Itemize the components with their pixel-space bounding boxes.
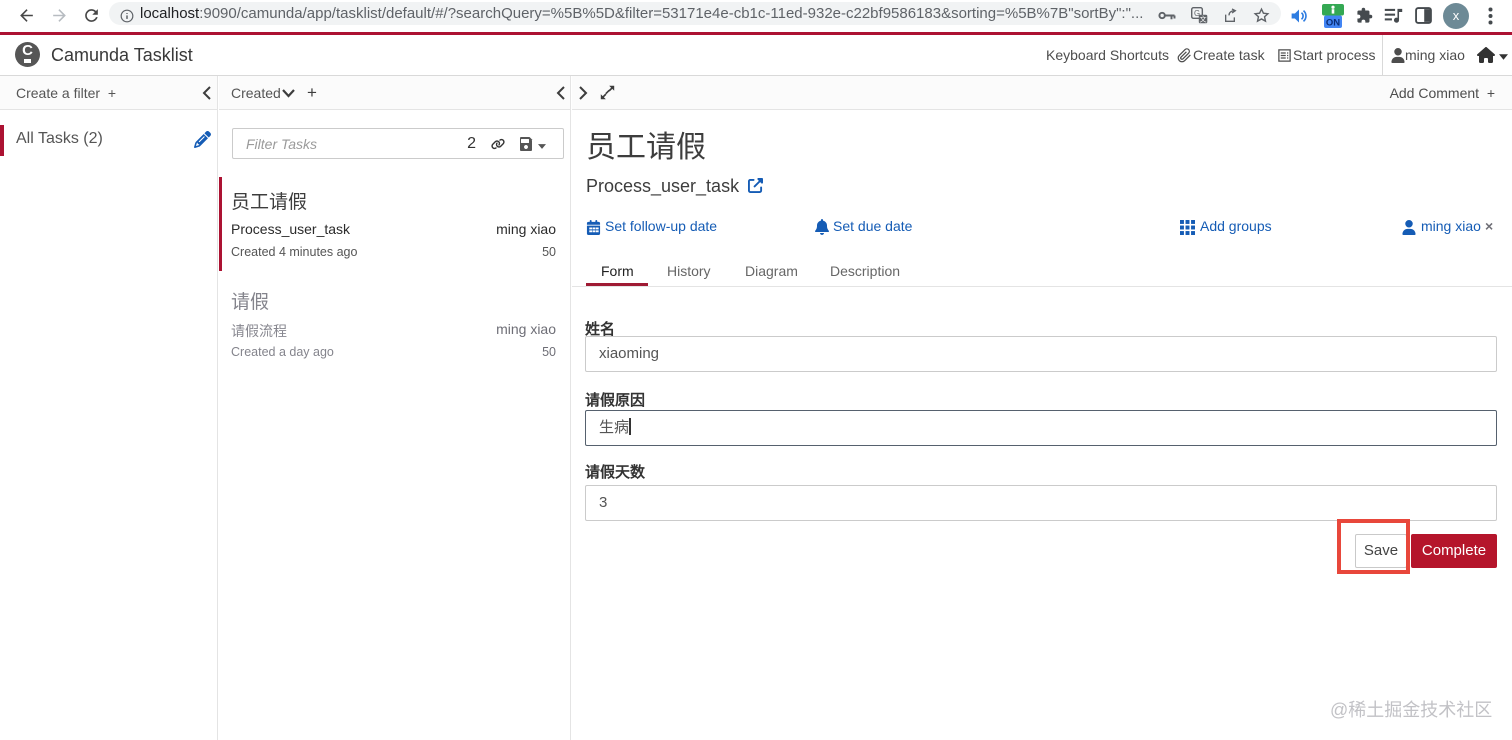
svg-text:ON: ON	[1326, 17, 1340, 28]
svg-text:文: 文	[1199, 15, 1206, 24]
